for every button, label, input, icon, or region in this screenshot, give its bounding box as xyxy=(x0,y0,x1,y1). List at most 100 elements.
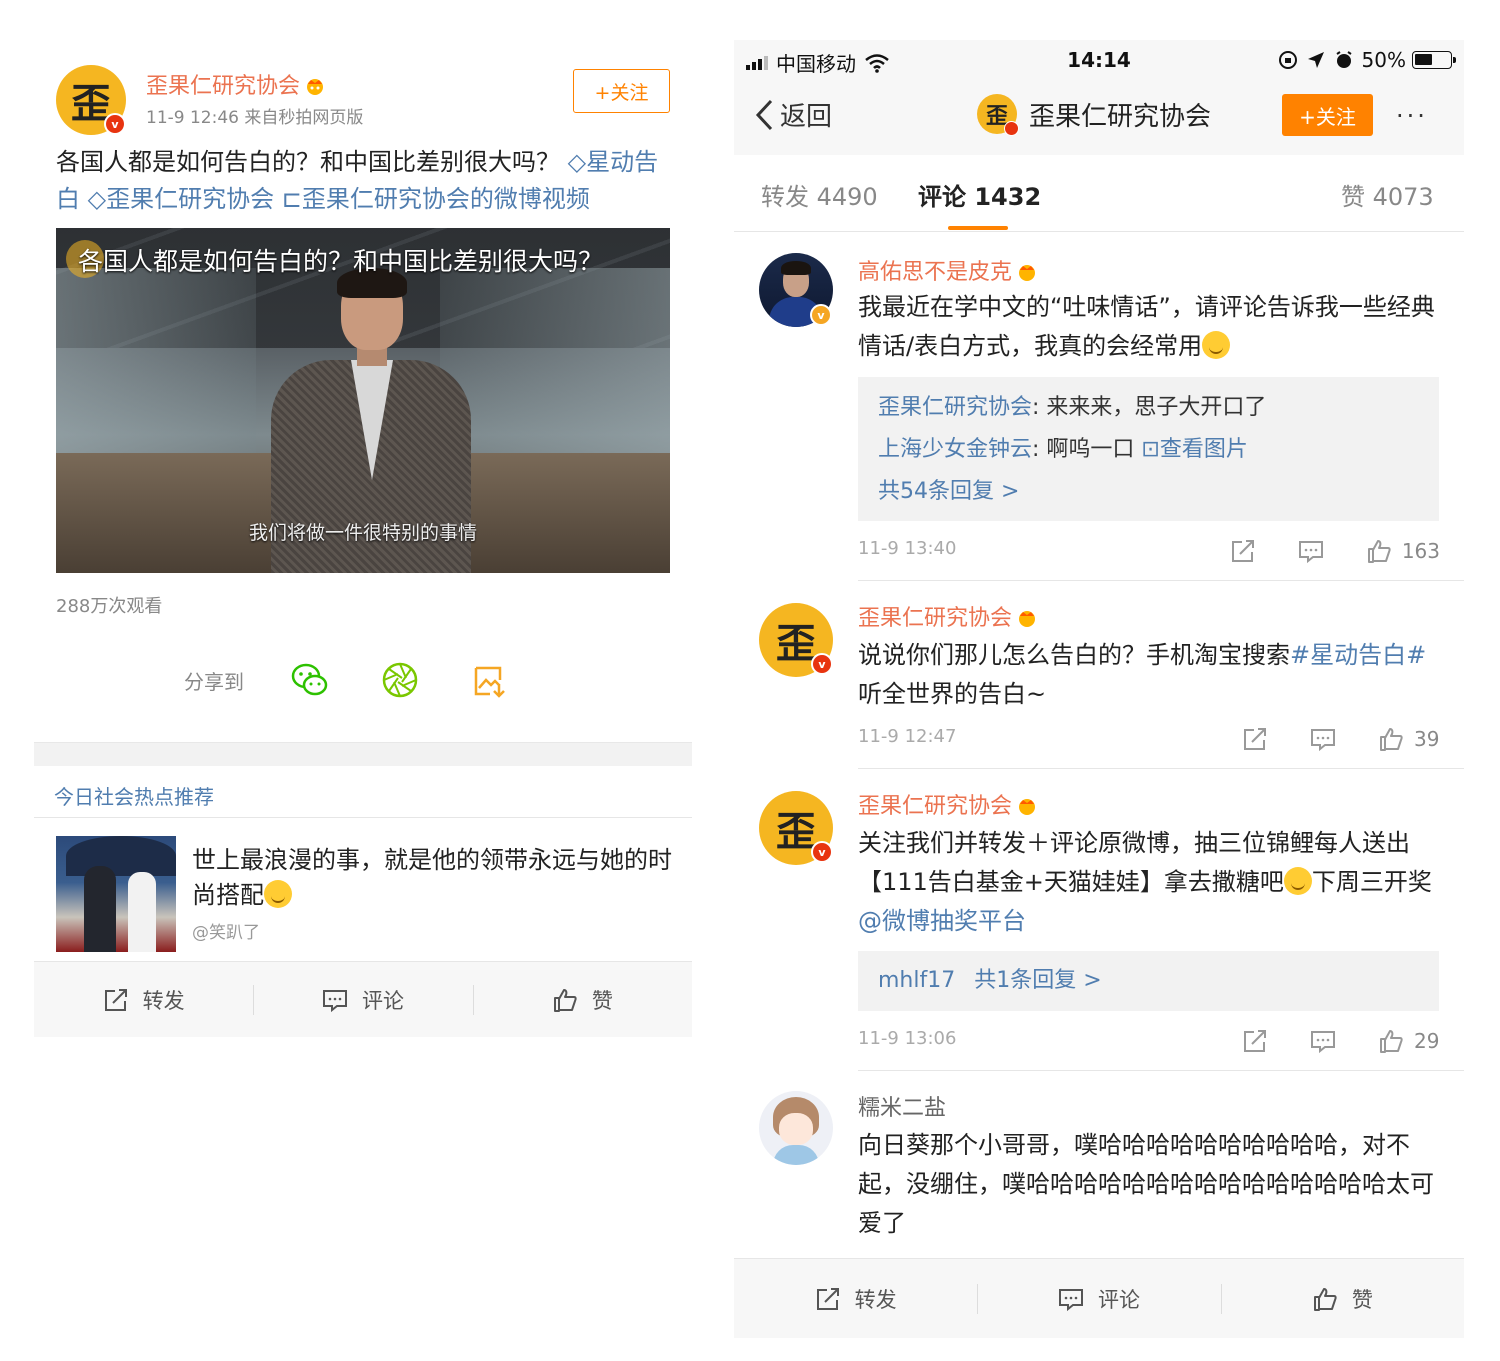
verified-badge-icon: v xyxy=(104,113,126,135)
chevron-left-icon xyxy=(755,99,773,130)
repost-icon xyxy=(104,988,127,1011)
comment-icon xyxy=(322,989,347,1012)
repost-icon[interactable] xyxy=(1242,1028,1268,1054)
commenter-avatar[interactable]: 歪 v xyxy=(759,791,833,865)
reply-author[interactable]: mhlf17 xyxy=(878,968,955,993)
mention-link[interactable]: @微博抽奖平台 xyxy=(858,907,1026,935)
reply-author[interactable]: 上海少女金钟云 xyxy=(878,437,1032,462)
post-meta: 11-9 12:46 来自秒拍网页版 xyxy=(146,108,364,128)
shy-emoji-icon xyxy=(264,880,292,908)
comment-time: 11-9 13:06 xyxy=(858,1028,957,1049)
like-button[interactable]: 赞 xyxy=(472,984,692,1015)
repost-button[interactable]: 转发 xyxy=(734,1284,977,1314)
comment-time: 11-9 13:40 xyxy=(858,538,957,559)
commenter-name[interactable]: 歪果仁研究协会 xyxy=(858,788,1038,820)
crown-icon xyxy=(307,79,324,95)
nav-avatar[interactable]: 歪 xyxy=(977,94,1019,136)
moments-icon[interactable] xyxy=(380,660,420,700)
video-subtitle: 我们将做一件很特别的事情 xyxy=(248,522,477,544)
back-button[interactable]: 返回 xyxy=(754,96,832,133)
thumbs-up-icon[interactable] xyxy=(1378,1028,1404,1054)
reply-author[interactable]: 歪果仁研究协会 xyxy=(878,395,1032,420)
repost-icon[interactable] xyxy=(1242,726,1268,752)
comment-icon[interactable] xyxy=(1310,726,1336,752)
post-action-bar: 转发 评论 赞 xyxy=(734,1258,1464,1338)
status-bar: 中国移动 14:14 50% xyxy=(734,40,1464,80)
repost-icon xyxy=(816,1287,839,1310)
reply-count-link[interactable]: 共1条回复 > xyxy=(974,968,1101,993)
battery-percent: 50% xyxy=(1361,48,1406,72)
nav-title: 歪 歪果仁研究协会 xyxy=(977,94,1211,136)
battery-icon xyxy=(1412,51,1456,69)
commenter-name[interactable]: 高佑思不是皮克 xyxy=(858,254,1038,286)
share-label: 分享到 xyxy=(184,669,244,694)
share-row: 分享到 xyxy=(184,660,560,700)
author-avatar[interactable]: 歪 v xyxy=(56,65,126,135)
like-button[interactable]: 赞 xyxy=(1220,1283,1464,1314)
topic-link[interactable]: #星动告白# xyxy=(1290,641,1426,669)
crown-icon xyxy=(1019,611,1036,627)
view-image-link[interactable]: ⊡查看图片 xyxy=(1141,437,1247,462)
tab-comments[interactable]: 评论 1432 xyxy=(918,177,1041,212)
comment-icon[interactable] xyxy=(1310,1028,1336,1054)
mention-link[interactable]: ◇歪果仁研究协会 xyxy=(88,185,274,213)
view-count: 288万次观看 xyxy=(56,596,163,617)
verified-badge-icon xyxy=(1004,121,1019,136)
reply-preview[interactable]: mhlf17 共1条回复 > xyxy=(858,951,1439,1011)
wechat-icon[interactable] xyxy=(290,660,330,700)
tab-repost[interactable]: 转发 4490 xyxy=(761,177,878,212)
crown-icon xyxy=(1019,265,1036,281)
hot-section-title[interactable]: 今日社会热点推荐 xyxy=(54,781,214,810)
thumbs-up-icon xyxy=(553,988,577,1012)
crown-icon xyxy=(1019,799,1036,815)
post-action-bar: 转发 评论 赞 xyxy=(34,962,692,1037)
like-count: 163 xyxy=(1401,539,1440,563)
alarm-icon xyxy=(1335,51,1352,68)
sweet-emoji-icon xyxy=(1283,867,1312,895)
thumbs-up-icon[interactable] xyxy=(1366,538,1392,564)
commenter-name[interactable]: 歪果仁研究协会 xyxy=(858,600,1038,632)
video-title-overlay: 各国人都是如何告白的？和中国比差别很大吗？ xyxy=(78,247,604,276)
like-count: 39 xyxy=(1414,727,1440,751)
video-link[interactable]: ⊏歪果仁研究协会的微博视频 xyxy=(282,185,590,213)
verified-badge-icon: v xyxy=(810,304,832,326)
comment-button[interactable]: 评论 xyxy=(253,984,472,1015)
hot-item-title[interactable]: 世上最浪漫的事，就是他的领带永远与她的时尚搭配 xyxy=(192,843,672,913)
save-image-icon[interactable] xyxy=(470,660,510,700)
thinking-emoji-icon xyxy=(1202,331,1231,359)
comment-footer: 11-9 13:40 163 xyxy=(858,538,1440,568)
commenter-avatar[interactable] xyxy=(759,1091,833,1165)
tab-indicator xyxy=(948,226,1008,230)
tab-likes[interactable]: 赞 4073 xyxy=(1341,177,1434,212)
verified-badge-icon: v xyxy=(811,841,833,863)
nav-bar: 返回 歪 歪果仁研究协会 +关注 ··· xyxy=(734,80,1464,155)
repost-button[interactable]: 转发 xyxy=(34,985,253,1015)
comment-text: 向日葵那个小哥哥，噗哈哈哈哈哈哈哈哈哈哈，对不起，没绷住，噗哈哈哈哈哈哈哈哈哈哈… xyxy=(858,1131,1434,1237)
reply-count-link[interactable]: 共54条回复 > xyxy=(878,471,1419,513)
comment-time: 11-9 12:47 xyxy=(858,726,957,747)
hot-item-source[interactable]: @笑趴了 xyxy=(192,918,260,943)
tab-bar: 转发 4490 评论 1432 赞 4073 xyxy=(734,155,1464,231)
comment-icon[interactable] xyxy=(1298,538,1324,564)
comment-icon xyxy=(1058,1288,1083,1311)
follow-button[interactable]: +关注 xyxy=(573,69,670,113)
comment-button[interactable]: 评论 xyxy=(977,1283,1220,1314)
video-player[interactable]: 各国人都是如何告白的？和中国比差别很大吗？ 我们将做一件很特别的事情 xyxy=(56,228,670,573)
rotation-lock-icon xyxy=(1278,51,1297,69)
hot-item-thumbnail[interactable] xyxy=(56,836,176,952)
phone-comment-screen: 中国移动 14:14 50% 返回 歪 歪果仁研究协会 +关注 ··· 转发 4… xyxy=(734,40,1464,1338)
location-icon xyxy=(1307,52,1324,68)
weibo-post-panel: 歪 v 歪果仁研究协会 11-9 12:46 来自秒拍网页版 +关注 各国人都是… xyxy=(34,40,692,1040)
commenter-avatar[interactable]: 歪 v xyxy=(759,603,833,677)
commenter-name[interactable]: 糯米二盐 xyxy=(858,1090,946,1122)
repost-icon[interactable] xyxy=(1230,538,1256,564)
comment-text: 我最近在学中文的“吐味情话”，请评论告诉我一些经典情话/表白方式，我真的会经常用 xyxy=(858,293,1435,360)
reply-preview[interactable]: 歪果仁研究协会: 来来来，思子大开口了 上海少女金钟云: 啊呜一口 ⊡查看图片 … xyxy=(858,377,1439,521)
thumbs-up-icon[interactable] xyxy=(1378,726,1404,752)
author-name[interactable]: 歪果仁研究协会 xyxy=(146,68,326,100)
comment-text: 说说你们那儿怎么告白的？手机淘宝搜索#星动告白#听全世界的告白~ xyxy=(858,641,1427,708)
comment-footer: 11-9 12:47 39 xyxy=(858,726,1440,756)
follow-button[interactable]: +关注 xyxy=(1282,94,1373,136)
more-options-icon[interactable]: ··· xyxy=(1396,102,1428,130)
post-text: 各国人都是如何告白的？和中国比差别很大吗？ ◇星动告白 ◇歪果仁研究协会 ⊏歪果… xyxy=(56,148,659,213)
